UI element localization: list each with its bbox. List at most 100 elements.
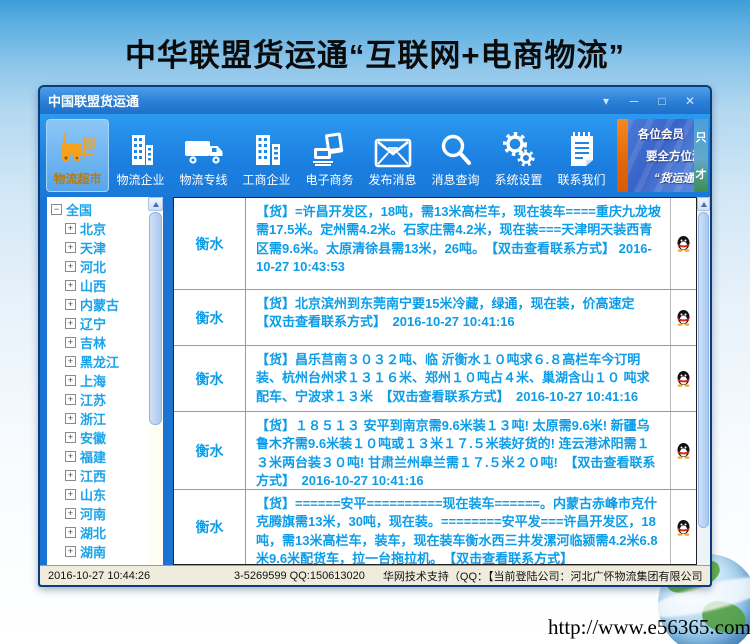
expand-icon[interactable]: + xyxy=(65,261,76,272)
scroll-up-icon[interactable] xyxy=(148,197,163,211)
tree-item[interactable]: + 内蒙古 xyxy=(51,295,148,314)
tree-item[interactable]: +湖南 xyxy=(51,542,148,561)
qq-penguin-icon[interactable] xyxy=(676,309,691,326)
toolbar-item-system-settings[interactable]: 系统设置 xyxy=(487,119,550,192)
toolbar-item-logistics-line[interactable]: 物流专线 xyxy=(172,119,235,192)
member-notice-banner[interactable]: 各位会员 要全方位测试 “货运通” 功能! xyxy=(628,119,694,192)
expand-icon[interactable]: + xyxy=(65,470,76,481)
page-title: 中华联盟货运通“互联网+电商物流” xyxy=(0,30,750,75)
tree-item[interactable]: +河北 xyxy=(51,257,148,276)
qq-cell[interactable] xyxy=(671,198,696,289)
expand-icon[interactable]: + xyxy=(65,508,76,519)
computer-icon xyxy=(311,126,349,168)
expand-icon[interactable]: + xyxy=(65,356,76,367)
tree-item[interactable]: +山西 xyxy=(51,276,148,295)
toolbar-item-ecommerce[interactable]: 电子商务 xyxy=(298,119,361,192)
expand-icon[interactable]: + xyxy=(65,489,76,500)
message-text[interactable]: 【货】昌乐莒南３０３２吨、临 沂衡水１０吨求６.８高栏车今订明装、杭州台州求１３… xyxy=(246,346,671,411)
tree-scrollbar[interactable] xyxy=(148,197,163,565)
expand-icon[interactable]: + xyxy=(65,299,76,310)
toolbar-item-logistics-market[interactable]: 物流超市 xyxy=(46,119,109,192)
expand-icon[interactable]: + xyxy=(65,432,76,443)
tree-item[interactable]: +辽宁 xyxy=(51,314,148,333)
message-row[interactable]: 衡水 【货】======安平==========现在装车======。内蒙古赤峰… xyxy=(174,490,696,564)
close-icon[interactable]: ✕ xyxy=(678,92,702,110)
toolbar-label: 电子商务 xyxy=(305,171,353,188)
expand-icon[interactable]: + xyxy=(65,394,76,405)
toolbar-item-logistics-company[interactable]: 物流企业 xyxy=(109,119,172,192)
toolbar-label: 消息查询 xyxy=(431,171,479,188)
truck-icon xyxy=(183,126,225,168)
tree-item-label: 浙江 xyxy=(80,409,106,428)
message-row[interactable]: 衡水 【货】昌乐莒南３０３２吨、临 沂衡水１０吨求６.８高栏车今订明装、杭州台州… xyxy=(174,346,696,412)
tree-item-label: 山东 xyxy=(80,485,106,504)
tree-item[interactable]: + 浙江 xyxy=(51,409,148,428)
message-text[interactable]: 【货】１８５１３ 安平到南京需9.6米装１３吨! 太原需9.6米! 新疆乌鲁木齐… xyxy=(246,412,671,489)
collapse-icon[interactable]: − xyxy=(51,204,62,215)
tree-item[interactable]: +福建 xyxy=(51,447,148,466)
expand-icon[interactable]: + xyxy=(65,546,76,557)
tree-item-label: 内蒙古 xyxy=(80,295,119,314)
qq-penguin-icon[interactable] xyxy=(676,235,691,252)
tree-item[interactable]: +江西 xyxy=(51,466,148,485)
tree-item-label: 黑龙江 xyxy=(80,352,119,371)
banner-text: “货运通” 功能! xyxy=(638,169,690,191)
expand-icon[interactable]: + xyxy=(65,318,76,329)
toolbar-item-message-query[interactable]: 消息查询 xyxy=(424,119,487,192)
tree-item[interactable]: +吉林 xyxy=(51,333,148,352)
tree-item[interactable]: + 山东 xyxy=(51,485,148,504)
message-text[interactable]: 【货】======安平==========现在装车======。内蒙古赤峰市克什… xyxy=(246,490,671,564)
search-icon xyxy=(438,126,474,168)
qq-penguin-icon[interactable] xyxy=(676,519,691,536)
window-titlebar[interactable]: 中国联盟货运通 ▾ ─ □ ✕ xyxy=(40,87,710,114)
status-time: 2016-10-27 10:44:26 xyxy=(48,570,198,582)
expand-icon[interactable]: + xyxy=(65,337,76,348)
scrollbar-thumb[interactable] xyxy=(698,212,709,528)
expand-icon[interactable]: + xyxy=(65,451,76,462)
expand-icon[interactable]: + xyxy=(65,223,76,234)
tree-item[interactable]: +上海 xyxy=(51,371,148,390)
qq-cell[interactable] xyxy=(671,412,696,489)
building-icon xyxy=(124,126,158,168)
message-text[interactable]: 【货】=许昌开发区，18吨，需13米高栏车，现在装车====重庆九龙坡需17.5… xyxy=(246,198,671,289)
message-text[interactable]: 【货】北京滨州到东莞南宁要15米冷藏，绿通，现在装，价高速定 【双击查看联系方式… xyxy=(246,290,671,345)
message-row[interactable]: 衡水 【货】北京滨州到东莞南宁要15米冷藏，绿通，现在装，价高速定 【双击查看联… xyxy=(174,290,696,346)
qq-penguin-icon[interactable] xyxy=(676,370,691,387)
tree-item-root[interactable]: − 全国 xyxy=(51,200,148,219)
tree-item[interactable]: + 黑龙江 xyxy=(51,352,148,371)
toolbar-item-contact-us[interactable]: 联系我们 xyxy=(550,119,613,192)
status-bar: 2016-10-27 10:44:26 3-5269599 QQ:1506130… xyxy=(40,565,710,585)
website-url: http://www.e56365.com xyxy=(548,615,750,640)
banner-edge-char: 只 xyxy=(696,129,707,145)
expand-icon[interactable]: + xyxy=(65,527,76,538)
message-row[interactable]: 衡水 【货】=许昌开发区，18吨，需13米高栏车，现在装车====重庆九龙坡需1… xyxy=(174,198,696,290)
qq-penguin-icon[interactable] xyxy=(676,442,691,459)
message-list: 衡水 【货】=许昌开发区，18吨，需13米高栏车，现在装车====重庆九龙坡需1… xyxy=(173,197,697,565)
window-controls: ▾ ─ □ ✕ xyxy=(594,92,702,110)
minimize-icon[interactable]: ─ xyxy=(622,92,646,110)
tree-item[interactable]: + 河南 xyxy=(51,504,148,523)
message-list-scrollbar[interactable] xyxy=(697,197,710,565)
toolbar-item-publish-message[interactable]: 发布消息 xyxy=(361,119,424,192)
expand-icon[interactable]: + xyxy=(65,242,76,253)
toolbar-item-business-company[interactable]: 工商企业 xyxy=(235,119,298,192)
scrollbar-thumb[interactable] xyxy=(149,212,162,425)
expand-icon[interactable]: + xyxy=(65,280,76,291)
qq-cell[interactable] xyxy=(671,490,696,564)
menu-icon[interactable]: ▾ xyxy=(594,92,618,110)
region-cell: 衡水 xyxy=(174,412,246,489)
qq-cell[interactable] xyxy=(671,346,696,411)
message-row[interactable]: 衡水 【货】１８５１３ 安平到南京需9.6米装１３吨! 太原需9.6米! 新疆乌… xyxy=(174,412,696,490)
scroll-up-icon[interactable] xyxy=(697,197,710,211)
tree-item[interactable]: +安徽 xyxy=(51,428,148,447)
tree-item[interactable]: +湖北 xyxy=(51,523,148,542)
tree-item[interactable]: +天津 xyxy=(51,238,148,257)
tree-item-label: 河南 xyxy=(80,504,106,523)
region-cell: 衡水 xyxy=(174,198,246,289)
tree-item[interactable]: +北京 xyxy=(51,219,148,238)
expand-icon[interactable]: + xyxy=(65,413,76,424)
tree-item[interactable]: +江苏 xyxy=(51,390,148,409)
expand-icon[interactable]: + xyxy=(65,375,76,386)
qq-cell[interactable] xyxy=(671,290,696,345)
maximize-icon[interactable]: □ xyxy=(650,92,674,110)
